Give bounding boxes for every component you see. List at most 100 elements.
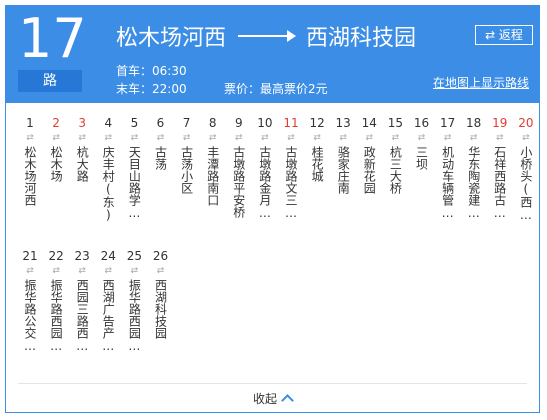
stop-name: 古荡	[153, 146, 168, 170]
route-number: 17	[18, 7, 87, 70]
stop-number: 12	[309, 116, 325, 130]
stop-number: 26	[152, 249, 169, 263]
stop-name: 天目山路学…	[127, 146, 142, 220]
transfer-arrows-icon: ⇄	[156, 133, 165, 143]
stop-item[interactable]: 4 ⇄ 庆丰村(东)	[96, 114, 120, 222]
stop-number: 23	[74, 249, 90, 263]
stop-number: 9	[234, 116, 243, 130]
transfer-arrows-icon: ⇄	[522, 133, 530, 143]
stop-name: 振华路西园…	[127, 279, 142, 353]
transfer-arrows-icon: ⇄	[469, 133, 478, 143]
stop-item[interactable]: 25 ⇄ 振华路西园…	[122, 247, 146, 353]
stop-item[interactable]: 10 ⇄ 古墩路金月…	[253, 114, 277, 220]
stop-number: 3	[78, 116, 86, 130]
stop-number: 7	[182, 116, 191, 130]
transfer-arrows-icon: ⇄	[52, 266, 60, 276]
stop-name: 振华路西园…	[49, 279, 64, 353]
stop-item[interactable]: 9 ⇄ 古墩路平安桥	[227, 114, 251, 218]
stop-item[interactable]: 18 ⇄ 华东陶瓷建…	[462, 114, 486, 220]
chevron-up-icon	[281, 394, 294, 407]
transfer-arrows-icon: ⇄	[78, 133, 86, 143]
transfer-arrows-icon: ⇄	[130, 133, 139, 143]
transfer-arrows-icon: ⇄	[391, 133, 400, 143]
stop-item[interactable]: 17 ⇄ 机动车辆管…	[436, 114, 460, 220]
stop-item[interactable]: 19 ⇄ 石祥西路古…	[488, 114, 512, 220]
stop-item[interactable]: 23 ⇄ 西园三路西…	[70, 247, 94, 353]
transfer-arrows-icon: ⇄	[365, 133, 374, 143]
stop-item[interactable]: 6 ⇄ 古荡	[149, 114, 173, 170]
stop-number: 25	[126, 249, 143, 263]
stop-item[interactable]: 16 ⇄ 三坝	[410, 114, 434, 170]
stop-name: 松木场河西	[23, 146, 37, 206]
transfer-arrows-icon: ⇄	[208, 133, 217, 143]
stop-name: 小桥头(西…	[518, 146, 533, 222]
stop-item[interactable]: 15 ⇄ 杭三大桥	[383, 114, 407, 194]
collapse-button[interactable]: 收起	[18, 383, 527, 412]
stop-item[interactable]: 7 ⇄ 古荡小区	[175, 114, 199, 194]
transfer-arrows-icon: ⇄	[104, 133, 113, 143]
fare-info: 票价：最高票价2元	[224, 82, 328, 96]
stop-name: 西园三路西…	[75, 279, 90, 353]
stop-item[interactable]: 20 ⇄ 小桥头(西…	[514, 114, 538, 222]
first-bus-time: 首车：06:30	[116, 64, 187, 78]
route-unit-label: 路	[18, 70, 82, 92]
stop-item[interactable]: 22 ⇄ 振华路西园…	[44, 247, 68, 353]
stop-number: 10	[257, 116, 273, 130]
stop-number: 13	[335, 116, 351, 130]
transfer-arrows-icon: ⇄	[417, 133, 426, 143]
origin-stop: 松木场河西	[116, 26, 227, 51]
collapse-label: 收起	[252, 392, 277, 406]
route-header: 17 路 松木场河西 西湖科技园 ⇄ 返程 首车：06:30 末车：22:00 …	[6, 6, 539, 103]
stop-number: 6	[156, 116, 165, 130]
transfer-arrows-icon: ⇄	[156, 266, 165, 276]
stop-item[interactable]: 21 ⇄ 振华路公交…	[18, 247, 42, 353]
stop-name: 丰潭路南口	[205, 146, 220, 206]
stop-name: 桂花城	[310, 146, 325, 182]
stop-number: 21	[22, 249, 38, 263]
stop-name: 古墩路文三…	[284, 146, 298, 220]
stop-name: 西湖科技园	[153, 279, 168, 339]
stop-number: 11	[283, 116, 299, 130]
stop-number: 19	[492, 116, 508, 130]
stop-number: 5	[130, 116, 139, 130]
stop-item[interactable]: 11 ⇄ 古墩路文三…	[279, 114, 303, 220]
stop-item[interactable]: 2 ⇄ 松木场	[44, 114, 68, 182]
stop-number: 1	[26, 116, 34, 130]
stop-item[interactable]: 5 ⇄ 天目山路学…	[122, 114, 146, 220]
stop-item[interactable]: 12 ⇄ 桂花城	[305, 114, 329, 182]
stop-number: 2	[52, 116, 60, 130]
stop-item[interactable]: 8 ⇄ 丰潭路南口	[201, 114, 225, 206]
stop-number: 24	[100, 249, 116, 263]
return-trip-button[interactable]: ⇄ 返程	[475, 25, 533, 45]
stop-name: 古墩路金月…	[257, 146, 272, 220]
stop-item[interactable]: 1 ⇄ 松木场河西	[18, 114, 42, 206]
last-bus-time: 末车：22:00	[116, 82, 187, 96]
stop-name: 骆家庄南	[336, 146, 351, 194]
stop-number: 20	[518, 116, 534, 130]
route-direction-title: 松木场河西 西湖科技园	[116, 16, 416, 56]
stop-number: 4	[104, 116, 113, 130]
stop-name: 杭三大桥	[388, 146, 403, 194]
stop-number: 15	[387, 116, 404, 130]
transfer-arrows-icon: ⇄	[235, 133, 243, 143]
show-route-on-map-link[interactable]: 在地图上显示路线	[433, 74, 529, 91]
stop-name: 石祥西路古…	[492, 146, 507, 220]
stop-item[interactable]: 14 ⇄ 政新花园	[357, 114, 381, 194]
transfer-arrows-icon: ⇄	[339, 133, 347, 143]
stop-name: 古荡小区	[179, 146, 194, 194]
stop-name: 松木场	[49, 146, 64, 182]
direction-arrow-icon	[238, 30, 297, 42]
stop-item[interactable]: 24 ⇄ 西湖广告产…	[96, 247, 120, 353]
transfer-arrows-icon: ⇄	[313, 133, 321, 143]
destination-stop: 西湖科技园	[306, 26, 417, 51]
stop-name: 政新花园	[362, 146, 377, 194]
transfer-arrows-icon: ⇄	[78, 266, 86, 276]
transfer-arrows-icon: ⇄	[182, 133, 191, 143]
stop-item[interactable]: 13 ⇄ 骆家庄南	[331, 114, 355, 194]
stop-name: 庆丰村(东)	[101, 146, 116, 222]
stop-item[interactable]: 26 ⇄ 西湖科技园	[149, 247, 173, 339]
stop-item[interactable]: 3 ⇄ 杭大路	[70, 114, 94, 182]
stop-name: 机动车辆管…	[440, 146, 455, 220]
stop-number: 22	[48, 249, 64, 263]
stop-number: 18	[466, 116, 482, 130]
